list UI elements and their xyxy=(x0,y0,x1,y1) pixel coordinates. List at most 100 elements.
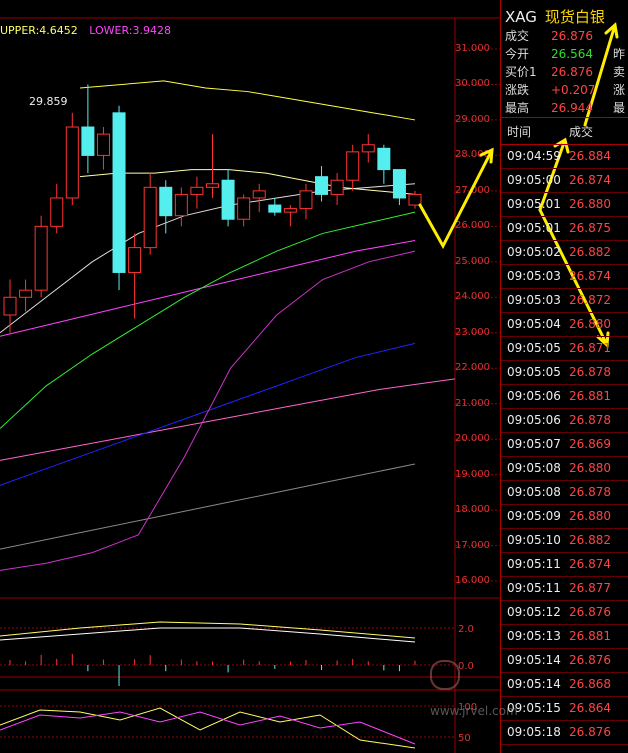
tick-time: 09:05:06 xyxy=(507,389,561,403)
tick-time: 09:05:11 xyxy=(507,581,561,595)
tick-row: 09:05:14 26.868 xyxy=(501,673,628,697)
tick-price: 26.875 xyxy=(569,221,611,235)
ticks-header-time: 时间 xyxy=(507,125,532,139)
tick-time: 09:05:13 xyxy=(507,629,561,643)
quote-value: +0.207 xyxy=(551,83,596,97)
tick-row: 09:05:12 26.876 xyxy=(501,601,628,625)
tick-time: 09:05:11 xyxy=(507,557,561,571)
tick-price: 26.880 xyxy=(569,509,611,523)
tick-row: 09:05:00 26.874 xyxy=(501,169,628,193)
tick-time: 09:05:07 xyxy=(507,437,561,451)
tick-row: 09:05:09 26.880 xyxy=(501,505,628,529)
tick-row: 09:05:06 26.881 xyxy=(501,385,628,409)
tick-time: 09:05:14 xyxy=(507,677,561,691)
tick-price: 26.881 xyxy=(569,629,611,643)
quote-cut-label: 涨 xyxy=(613,83,626,97)
tick-row: 09:05:11 26.874 xyxy=(501,553,628,577)
tick-time: 09:05:03 xyxy=(507,269,561,283)
tick-price: 26.874 xyxy=(569,173,611,187)
tick-time: 09:05:00 xyxy=(507,173,561,187)
symbol-code: XAG xyxy=(505,8,537,26)
tick-price: 26.869 xyxy=(569,437,611,451)
tick-price: 26.877 xyxy=(569,581,611,595)
tick-price: 26.878 xyxy=(569,365,611,379)
tick-row: 09:05:01 26.875 xyxy=(501,217,628,241)
tick-price: 26.884 xyxy=(569,149,611,163)
tick-price: 26.872 xyxy=(569,293,611,307)
tick-time: 09:05:01 xyxy=(507,197,561,211)
tick-row: 09:04:59 26.884 xyxy=(501,145,628,169)
tick-row: 09:05:03 26.874 xyxy=(501,265,628,289)
tick-price: 26.868 xyxy=(569,677,611,691)
quote-row: 成交 26.876 xyxy=(505,27,613,44)
tick-row: 09:05:03 26.872 xyxy=(501,289,628,313)
watermark: www.jrvel.com xyxy=(430,660,518,718)
tick-row: 09:05:13 26.881 xyxy=(501,625,628,649)
tick-time: 09:05:06 xyxy=(507,413,561,427)
tick-time: 09:05:05 xyxy=(507,365,561,379)
quote-label: 最高 xyxy=(505,101,530,115)
tick-row: 09:05:08 26.878 xyxy=(501,481,628,505)
quote-panel: XAG 现货白银 成交 26.876 今开 26.564 昨买价1 26.876 卖涨跌 +0.… xyxy=(500,0,628,753)
quote-title: XAG 现货白银 xyxy=(505,6,605,27)
tick-price: 26.881 xyxy=(569,389,611,403)
watermark-url: www.jrvel.com xyxy=(430,704,518,718)
tick-price: 26.882 xyxy=(569,533,611,547)
tick-row: 09:05:05 26.871 xyxy=(501,337,628,361)
tick-time: 09:05:03 xyxy=(507,293,561,307)
quote-label: 今开 xyxy=(505,47,530,61)
tick-time: 09:05:12 xyxy=(507,605,561,619)
tick-row: 09:05:04 26.880 xyxy=(501,313,628,337)
tick-price: 26.880 xyxy=(569,461,611,475)
tick-price: 26.880 xyxy=(569,197,611,211)
arrow-1 xyxy=(418,148,494,250)
tick-row: 09:05:11 26.877 xyxy=(501,577,628,601)
tick-time: 09:05:10 xyxy=(507,533,561,547)
tick-row: 09:05:18 26.876 xyxy=(501,721,628,745)
symbol-name: 现货白银 xyxy=(544,8,605,26)
quote-cut-label: 卖 xyxy=(613,65,626,79)
quote-label: 买价1 xyxy=(505,65,537,79)
quote-cut-label: 最 xyxy=(613,101,626,115)
tick-time: 09:05:08 xyxy=(507,461,561,475)
quote-row: 买价1 26.876 卖 xyxy=(505,63,625,80)
tick-row: 09:05:15 26.864 xyxy=(501,697,628,721)
tick-time: 09:05:18 xyxy=(507,725,561,739)
tick-time: 09:04:59 xyxy=(507,149,561,163)
tick-row: 09:05:06 26.878 xyxy=(501,409,628,433)
tick-row: 09:05:08 26.880 xyxy=(501,457,628,481)
tick-price: 26.878 xyxy=(569,485,611,499)
tick-price: 26.882 xyxy=(569,245,611,259)
tick-price: 26.876 xyxy=(569,653,611,667)
quote-value: 26.876 xyxy=(551,65,593,79)
ticks-header-price: 成交 xyxy=(569,125,594,139)
tick-row: 09:05:07 26.869 xyxy=(501,433,628,457)
quote-row: 涨跌 +0.207 涨 xyxy=(505,81,625,98)
tick-row: 09:05:14 26.876 xyxy=(501,649,628,673)
tick-price: 26.876 xyxy=(569,725,611,739)
tick-time: 09:05:14 xyxy=(507,653,561,667)
tick-price: 26.871 xyxy=(569,341,611,355)
watermark-logo-icon xyxy=(430,660,460,690)
tick-time: 09:05:05 xyxy=(507,341,561,355)
quote-cut-label: 昨 xyxy=(613,47,626,61)
quote-row: 最高 26.944 最 xyxy=(505,99,625,116)
tick-price: 26.864 xyxy=(569,701,611,715)
tick-row: 09:05:05 26.878 xyxy=(501,361,628,385)
tick-row: 09:05:01 26.880 xyxy=(501,193,628,217)
tick-row: 09:05:10 26.882 xyxy=(501,529,628,553)
tick-time: 09:05:04 xyxy=(507,317,561,331)
tick-price: 26.880 xyxy=(569,317,611,331)
quote-value: 26.944 xyxy=(551,101,593,115)
quote-value: 26.876 xyxy=(551,29,593,43)
tick-time: 09:05:02 xyxy=(507,245,561,259)
tick-price: 26.874 xyxy=(569,269,611,283)
tick-price: 26.878 xyxy=(569,413,611,427)
quote-label: 成交 xyxy=(505,29,530,43)
tick-price: 26.874 xyxy=(569,557,611,571)
quote-value: 26.564 xyxy=(551,47,593,61)
quote-row: 今开 26.564 昨 xyxy=(505,45,625,62)
quote-label: 涨跌 xyxy=(505,83,530,97)
ticks-header: 时间 成交 xyxy=(501,117,628,145)
tick-row: 09:05:02 26.882 xyxy=(501,241,628,265)
